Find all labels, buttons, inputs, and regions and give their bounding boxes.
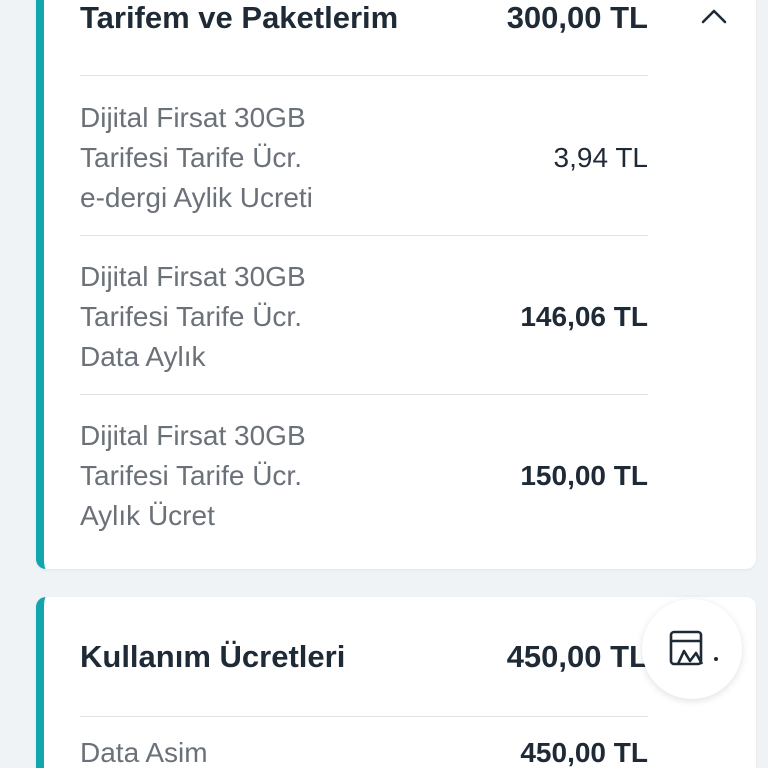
section-total-amount: 300,00 TL xyxy=(506,0,648,35)
charge-label-line: Aylık Ücret xyxy=(80,500,215,531)
charge-label: Dijital Firsat 30GB Tarifesi Tarife Ücr.… xyxy=(80,416,380,536)
divider xyxy=(80,716,648,717)
charge-label-line: Tarifesi Tarife Ücr. xyxy=(80,460,302,491)
charge-amount: 146,06 TL xyxy=(520,301,648,332)
tariff-packages-header[interactable]: Tarifem ve Paketlerim 300,00 TL xyxy=(80,0,756,70)
tariff-packages-card: Tarifem ve Paketlerim 300,00 TL Dijital … xyxy=(36,0,756,569)
charge-row: Dijital Firsat 30GB Tarifesi Tarife Ücr.… xyxy=(80,98,648,218)
floating-bill-button[interactable] xyxy=(642,599,742,699)
charge-label-line: Dijital Firsat 30GB xyxy=(80,261,306,292)
section-title: Kullanım Ücretleri xyxy=(80,639,346,674)
invoice-detail-page: Tarifem ve Paketlerim 300,00 TL Dijital … xyxy=(0,0,768,768)
charge-row: Dijital Firsat 30GB Tarifesi Tarife Ücr.… xyxy=(80,416,648,536)
section-total-amount: 450,00 TL xyxy=(506,639,648,674)
charge-amount: 3,94 TL xyxy=(553,142,648,173)
charge-label-line: Tarifesi Tarife Ücr. xyxy=(80,301,302,332)
section-title: Tarifem ve Paketlerim xyxy=(80,0,399,35)
charge-label-line: e-dergi Aylik Ucreti xyxy=(80,182,313,213)
charge-amount: 150,00 TL xyxy=(520,460,648,491)
bill-icon xyxy=(669,630,718,666)
charge-label-line: Tarifesi Tarife Ücr. xyxy=(80,142,302,173)
divider xyxy=(80,394,648,395)
charge-label: Dijital Firsat 30GB Tarifesi Tarife Ücr.… xyxy=(80,257,380,377)
charge-label-line: Dijital Firsat 30GB xyxy=(80,420,306,451)
charge-row: Dijital Firsat 30GB Tarifesi Tarife Ücr.… xyxy=(80,257,648,377)
chevron-up-icon[interactable] xyxy=(700,6,728,26)
divider xyxy=(80,235,648,236)
charge-amount: 450,00 TL xyxy=(520,737,648,768)
charge-label-line: Data Aylık xyxy=(80,341,206,372)
charge-label: Dijital Firsat 30GB Tarifesi Tarife Ücr.… xyxy=(80,98,380,218)
charge-label-line: Dijital Firsat 30GB xyxy=(80,102,306,133)
charge-label: Data Asim xyxy=(80,737,208,768)
divider xyxy=(80,75,648,76)
